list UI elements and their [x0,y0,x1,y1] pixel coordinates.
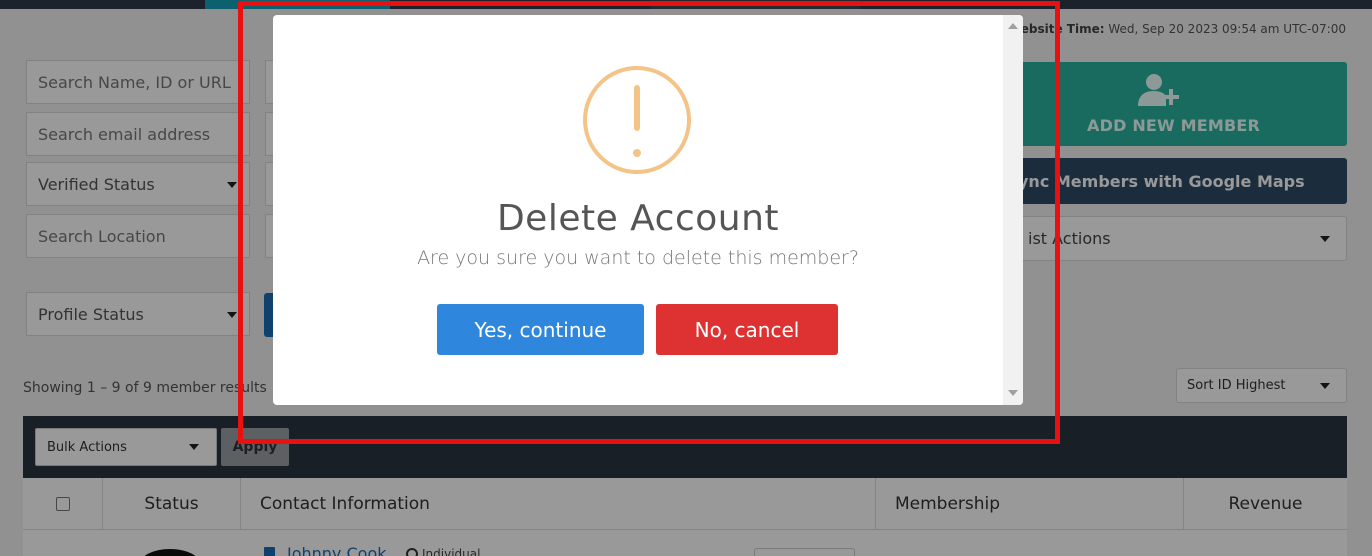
annotation-highlight-box [238,1,1060,444]
